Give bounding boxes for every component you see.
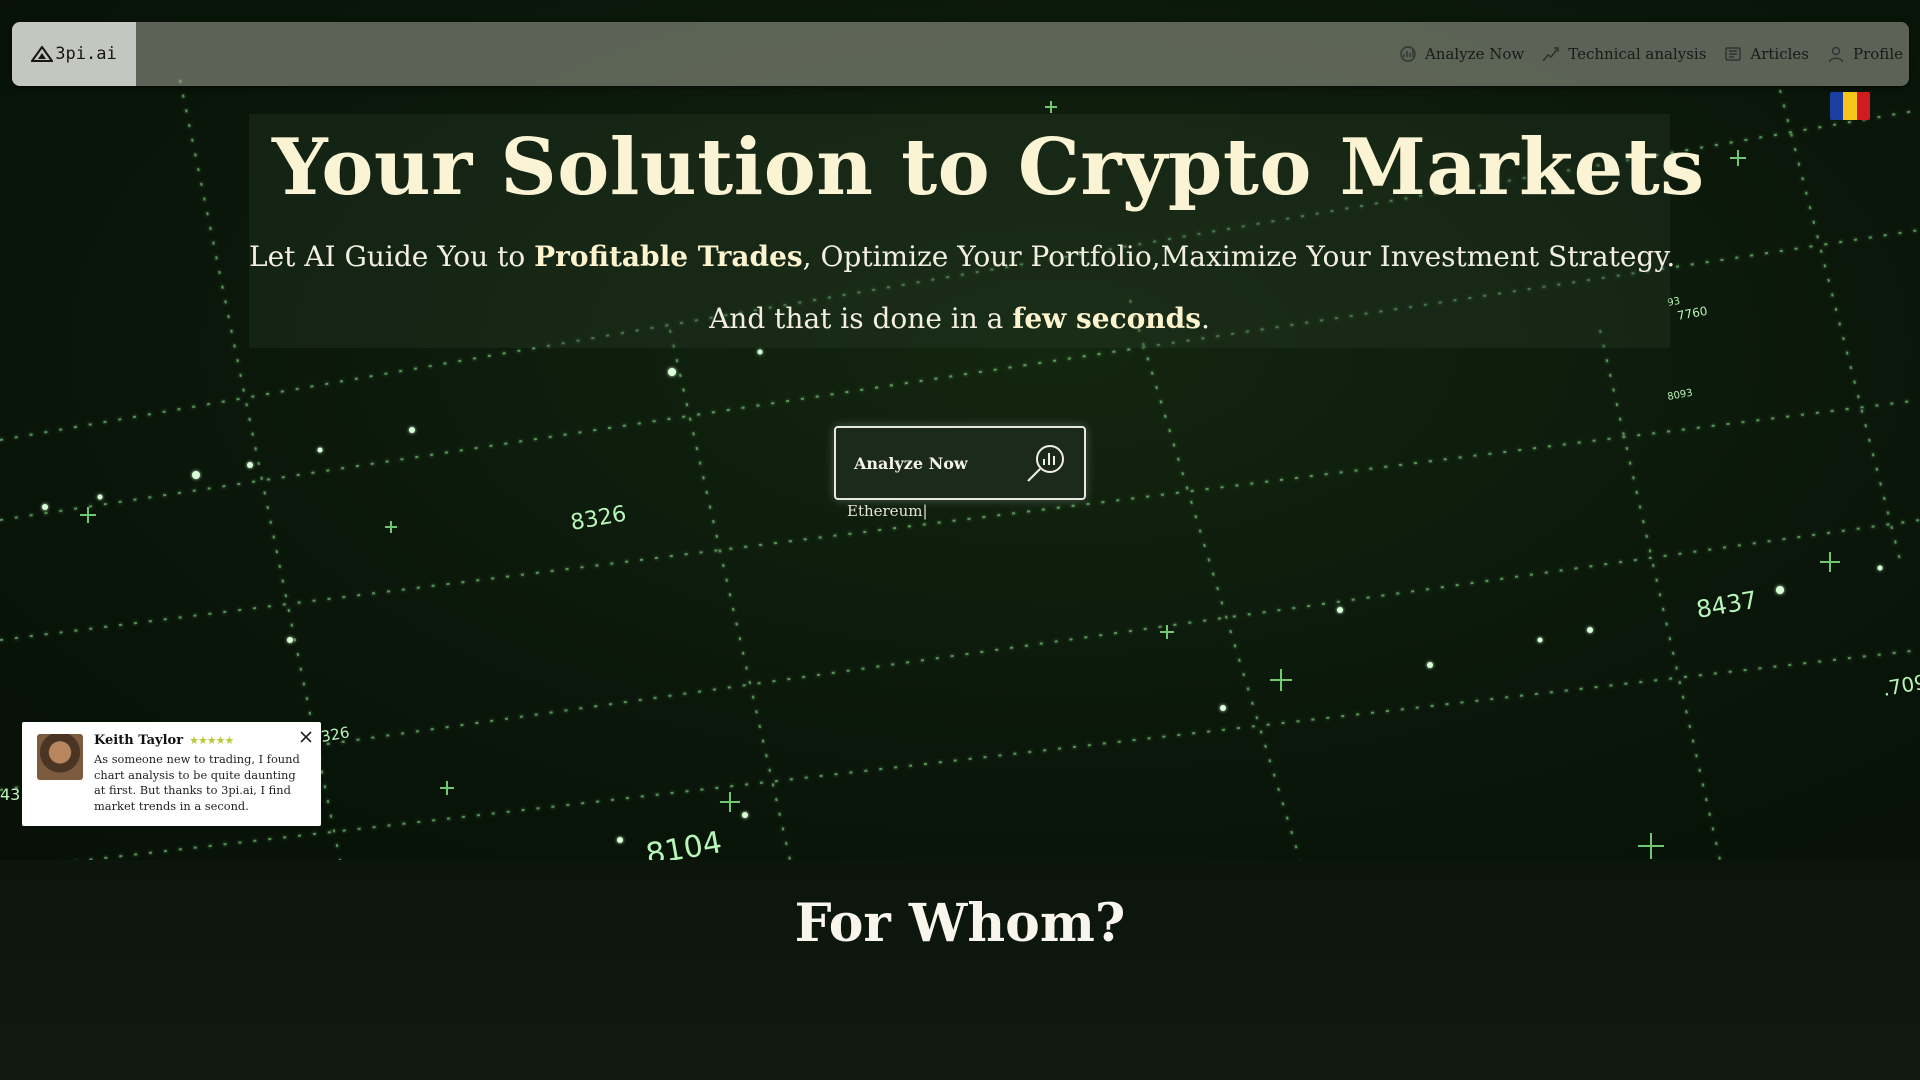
hero-subtitle: Let AI Guide You to Profitable Trades, O… [249, 240, 1675, 273]
bg-number-3: 8437 [1694, 586, 1759, 624]
analyze-now-button[interactable]: Analyze Now [834, 426, 1086, 500]
testimonial-name: Keith Taylor [94, 733, 184, 748]
logo-triangle-icon [31, 46, 54, 62]
typed-coin-text: Ethereum| [847, 502, 928, 520]
subtitle-post: , Optimize Your Portfolio,Maximize Your … [802, 240, 1676, 273]
testimonial-text: As someone new to trading, I found chart… [94, 752, 300, 813]
nav-label: Technical analysis [1568, 45, 1707, 63]
nav-label: Profile [1853, 45, 1903, 63]
nav-articles[interactable]: Articles [1724, 45, 1809, 63]
bg-number-5: 8093 [1667, 388, 1694, 403]
logo-text: 3pi.ai [55, 44, 117, 64]
trend-line-icon [1542, 47, 1560, 62]
bg-number-6: 326 [320, 723, 351, 746]
tagline-bold: few seconds [1012, 302, 1201, 335]
nav-label: Analyze Now [1424, 45, 1525, 63]
user-icon [1828, 46, 1844, 63]
bg-number-7: 43 [0, 785, 20, 804]
newspaper-icon [1725, 47, 1742, 61]
nav-profile[interactable]: Profile [1827, 45, 1903, 63]
chart-analysis-icon [1400, 46, 1416, 62]
bg-number-8: .709 [1881, 670, 1920, 701]
hero-title: Your Solution to Crypto Markets [272, 122, 1705, 213]
magnifier-chart-icon [1027, 445, 1064, 482]
subtitle-pre: Let AI Guide You to [249, 240, 535, 273]
section-heading: For Whom? [794, 893, 1126, 954]
nav-technical-analysis[interactable]: Technical analysis [1542, 45, 1706, 63]
tagline-post: . [1201, 302, 1210, 335]
nav-analyze-now[interactable]: Analyze Now [1399, 45, 1524, 63]
hero-tagline: And that is done in a few seconds. [249, 302, 1670, 335]
site-logo[interactable]: 3pi.ai [12, 22, 136, 86]
top-navbar: 3pi.ai Analyze Now Technical analysis Ar… [12, 22, 1909, 86]
romania-flag-icon[interactable] [1830, 92, 1870, 120]
nav-label: Articles [1750, 45, 1810, 63]
tagline-pre: And that is done in a [709, 302, 1013, 335]
nav-links: Analyze Now Technical analysis Articles … [1399, 45, 1909, 63]
avatar [37, 734, 83, 780]
star-rating-icon: ★★★★★ [189, 734, 234, 747]
testimonial-body: Keith Taylor ★★★★★ As someone new to tra… [94, 732, 309, 826]
subtitle-bold: Profitable Trades [534, 240, 803, 273]
testimonial-popup: Keith Taylor ★★★★★ As someone new to tra… [22, 722, 321, 826]
analyze-now-label: Analyze Now [854, 453, 968, 473]
bg-number-1: 8326 [569, 502, 628, 536]
testimonial-header: Keith Taylor ★★★★★ [94, 733, 309, 748]
close-icon[interactable] [299, 730, 313, 744]
